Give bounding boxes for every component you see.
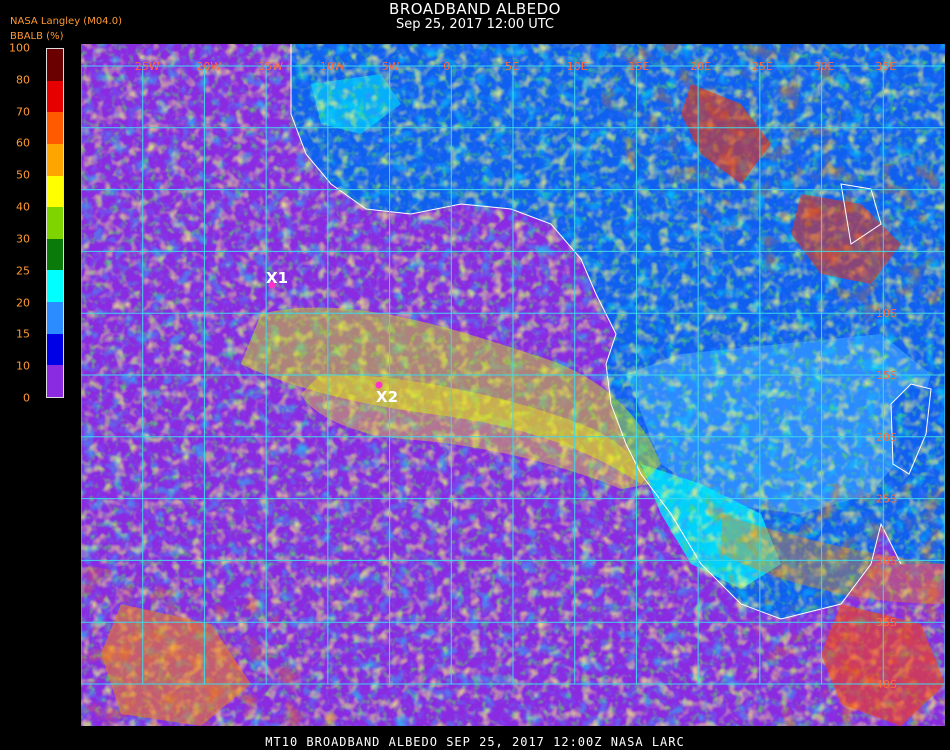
longitude-label: 0 (443, 60, 450, 73)
marker-x2-label: X2 (376, 388, 398, 406)
latitude-label: 25S (876, 493, 897, 506)
latitude-label: 20S (876, 431, 897, 444)
latitude-label: 40S (876, 678, 897, 691)
colorbar-tick: 0 (23, 391, 30, 405)
colorbar-bin (47, 143, 63, 177)
latitude-label: 15S (876, 369, 897, 382)
longitude-label: 10W (320, 60, 345, 73)
longitude-label: 25E (752, 60, 773, 73)
latitude-label: 30S (876, 554, 897, 567)
colorbar-bin (47, 49, 63, 82)
colorbar-tick: 80 (16, 73, 30, 87)
colorbar-tick: 10 (16, 359, 30, 373)
longitude-label: 5W (382, 60, 400, 73)
albedo-colorbar (46, 48, 64, 398)
colorbar-units: BBALB (%) (10, 31, 64, 42)
albedo-satellite-map[interactable]: 10S 15S 20S 25S 30S 35S 40S 25W 20W 15W 10W 5W 0 5E 1… (81, 44, 945, 726)
colorbar-tick: 30 (16, 232, 30, 246)
colorbar-bin (47, 365, 63, 398)
colorbar-tick: 100 (9, 41, 30, 55)
longitude-label: 10E (567, 60, 588, 73)
colorbar-bin (47, 175, 63, 208)
colorbar-bin (47, 333, 63, 366)
longitude-label: 5E (505, 60, 519, 73)
longitude-label: 25W (135, 60, 160, 73)
colorbar-bin (47, 270, 63, 303)
colorbar-tick: 40 (16, 200, 30, 214)
longitude-label: 30E (814, 60, 835, 73)
colorbar-tick: 25 (16, 264, 30, 278)
observation-datetime: Sep 25, 2017 12:00 UTC (395, 17, 555, 32)
colorbar-bin (47, 80, 63, 113)
colorbar-tick: 15 (16, 327, 30, 341)
colorbar-bin (47, 207, 63, 240)
longitude-label: 15E (628, 60, 649, 73)
longitude-label: 35E (875, 60, 896, 73)
colorbar-bin (47, 302, 63, 335)
longitude-label: 20W (196, 60, 221, 73)
data-credit: NASA Langley (M04.0) (10, 16, 122, 27)
latitude-label: 10S (876, 307, 897, 320)
marker-x1-label: X1 (266, 269, 288, 287)
longitude-label: 20E (690, 60, 711, 73)
colorbar-tick: 60 (16, 136, 30, 150)
colorbar-tick: 70 (16, 105, 30, 119)
colorbar-tick: 50 (16, 168, 30, 182)
product-title: BROADBAND ALBEDO (389, 0, 561, 18)
marker-x1[interactable]: X1 (266, 269, 288, 289)
colorbar-tick: 20 (16, 296, 30, 310)
longitude-label: 15W (258, 60, 283, 73)
footer-caption: MT10 BROADBAND ALBEDO SEP 25, 2017 12:00… (265, 735, 685, 749)
colorbar-bin (47, 238, 63, 271)
colorbar-bin (47, 112, 63, 145)
latitude-label: 35S (876, 616, 897, 629)
